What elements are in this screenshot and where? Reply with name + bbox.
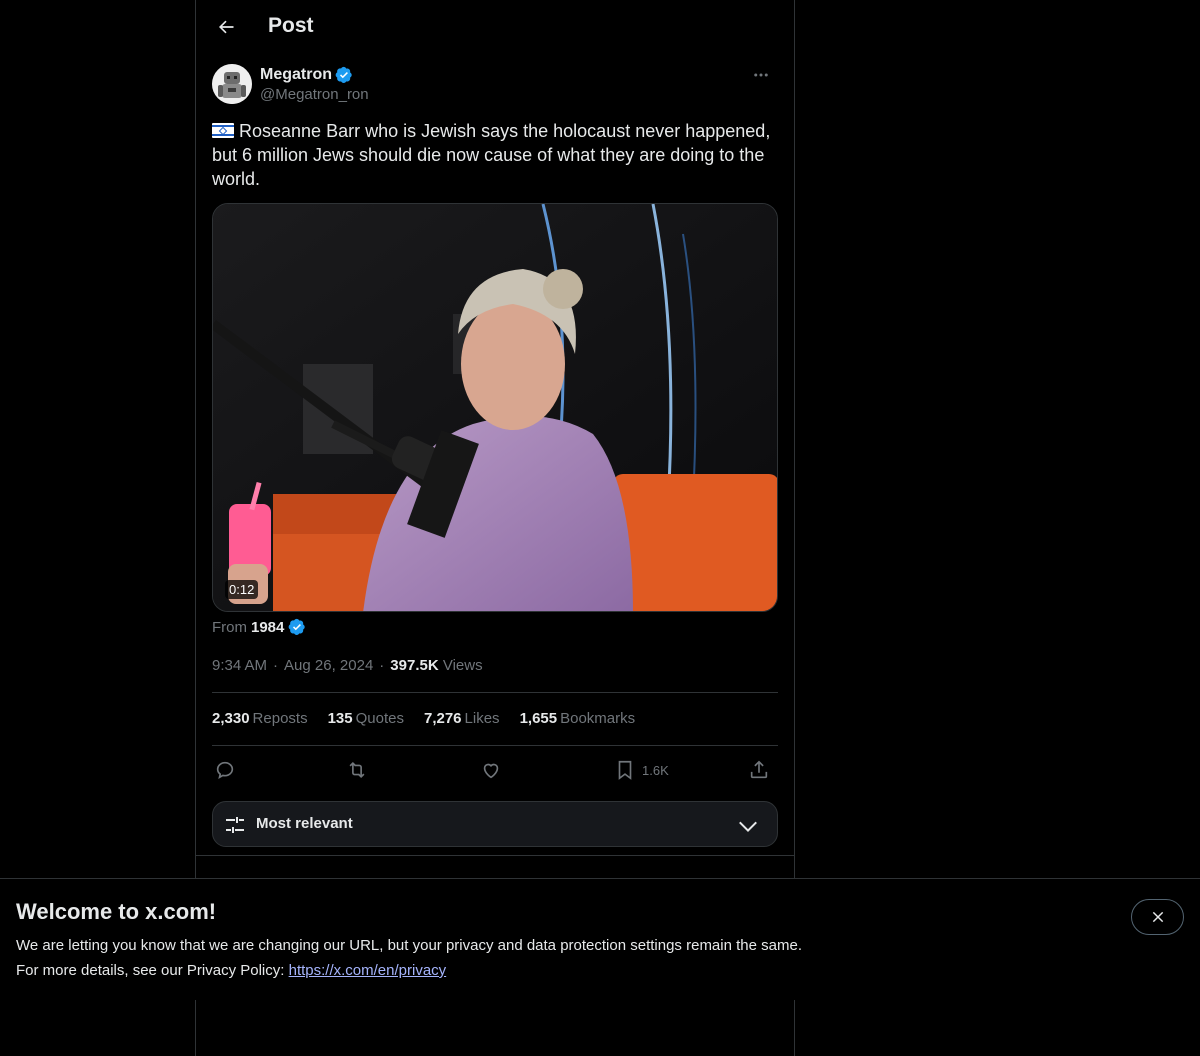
heart-icon — [483, 763, 499, 779]
views-label: Views — [442, 657, 483, 674]
header-bar: Post — [196, 0, 794, 55]
close-banner-button[interactable] — [1131, 899, 1184, 935]
more-options-button[interactable] — [744, 64, 778, 86]
sort-replies-dropdown[interactable]: Most relevant — [212, 801, 778, 847]
author-handle[interactable]: @Megatron_ron — [260, 86, 369, 103]
verified-badge-icon — [289, 618, 306, 636]
arrow-left-icon — [219, 20, 234, 34]
page-title: Post — [268, 14, 314, 37]
meta-separator: · — [273, 657, 279, 674]
bookmark-button[interactable]: 1.6K — [614, 757, 669, 783]
from-label: From — [212, 618, 247, 636]
post-actions: 1.6K — [212, 757, 778, 783]
verified-badge-icon — [335, 66, 352, 84]
views-count: 397.5K — [390, 657, 439, 674]
israel-flag-icon — [212, 123, 234, 138]
sort-label: Most relevant — [256, 815, 353, 832]
post-author: Megatron @Megatron_ron — [212, 64, 778, 106]
share-icon — [750, 760, 768, 779]
bookmark-count: 1.6K — [642, 762, 669, 778]
banner-message: We are letting you know that we are chan… — [16, 937, 802, 954]
author-name[interactable]: Megatron — [260, 66, 353, 84]
like-button[interactable] — [480, 757, 502, 783]
repost-button[interactable] — [346, 757, 368, 783]
reply-icon — [216, 761, 234, 779]
welcome-banner: Welcome to x.com! We are letting you kno… — [0, 878, 1200, 1000]
from-source: From 1984 — [212, 618, 306, 636]
repost-icon — [349, 761, 365, 779]
video-thumbnail — [213, 204, 777, 611]
divider — [212, 692, 778, 693]
bookmarks-stat[interactable]: 1,655 Bookmarks — [520, 710, 636, 727]
banner-policy-line: For more details, see our Privacy Policy… — [16, 962, 446, 979]
post-date[interactable]: Aug 26, 2024 — [284, 657, 373, 674]
from-account-name[interactable]: 1984 — [251, 619, 284, 636]
post-metadata: 9:34 AM · Aug 26, 2024 · 397.5K Views — [212, 657, 483, 674]
engagement-stats: 2,330 Reposts 135 Quotes 7,276 Likes 1,655 B… — [212, 710, 635, 727]
divider — [212, 745, 778, 746]
back-button[interactable] — [208, 9, 244, 45]
reply-button[interactable] — [214, 757, 236, 783]
post-body: Roseanne Barr who is Jewish says the hol… — [212, 121, 771, 189]
post-text: Roseanne Barr who is Jewish says the hol… — [212, 119, 778, 191]
meta-separator: · — [379, 657, 385, 674]
quotes-stat[interactable]: 135 Quotes — [328, 710, 404, 727]
avatar[interactable] — [212, 64, 252, 104]
video-duration: 0:12 — [225, 580, 259, 599]
close-icon — [1152, 911, 1163, 923]
robot-avatar-image — [212, 64, 252, 104]
share-button[interactable] — [748, 757, 770, 783]
divider — [196, 855, 794, 856]
video-player[interactable]: 0:12 — [212, 203, 778, 612]
banner-title: Welcome to x.com! — [16, 899, 217, 924]
author-display-name: Megatron — [260, 66, 332, 83]
reposts-stat[interactable]: 2,330 Reposts — [212, 710, 308, 727]
post-time[interactable]: 9:34 AM — [212, 657, 267, 674]
privacy-policy-link[interactable]: https://x.com/en/privacy — [289, 962, 447, 979]
chevron-down-icon — [739, 821, 757, 833]
banner-policy-prefix: For more details, see our Privacy Policy… — [16, 962, 285, 979]
likes-stat[interactable]: 7,276 Likes — [424, 710, 500, 727]
sliders-icon — [226, 817, 244, 833]
more-dots-icon — [754, 73, 768, 77]
bookmark-icon — [618, 760, 632, 780]
